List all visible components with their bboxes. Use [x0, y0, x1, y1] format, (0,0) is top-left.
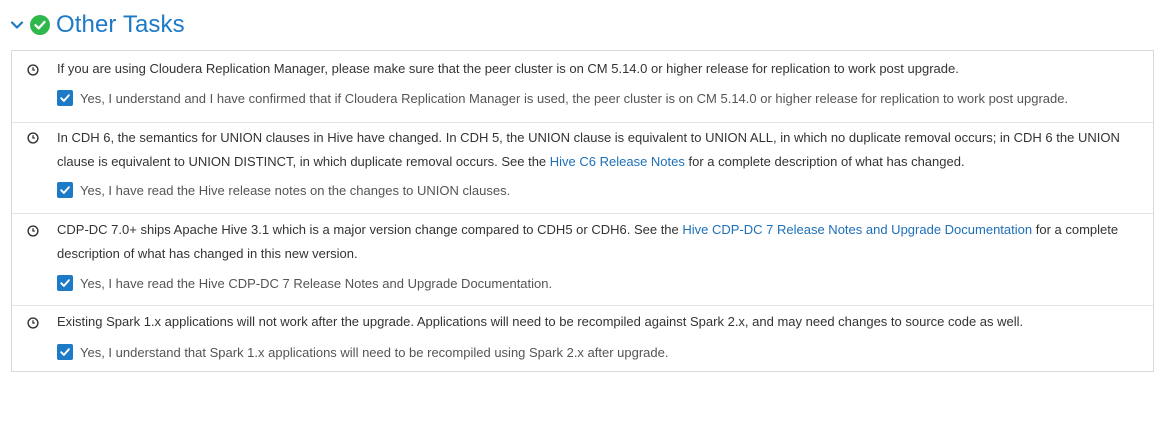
task-item: CDP-DC 7.0+ ships Apache Hive 3.1 which …: [12, 213, 1153, 305]
confirm-label: Yes, I have read the Hive release notes …: [80, 182, 511, 198]
clock-icon: [27, 316, 39, 329]
task-text: Existing Spark 1.x applications will not…: [57, 314, 1024, 329]
clock-icon: [27, 224, 39, 237]
checkbox-checked-icon[interactable]: [57, 90, 73, 106]
task-item: Existing Spark 1.x applications will not…: [12, 305, 1153, 371]
hive-cdp-dc7-release-notes-link[interactable]: Hive CDP-DC 7 Release Notes and Upgrade …: [682, 222, 1032, 237]
checkbox-checked-icon[interactable]: [57, 275, 73, 291]
task-item: In CDH 6, the semantics for UNION clause…: [12, 122, 1153, 213]
task-text: for a complete description of what has c…: [684, 153, 965, 169]
hive-c6-release-notes-link[interactable]: Hive C6 Release Notes: [550, 154, 685, 169]
confirm-label: Yes, I understand and I have confirmed t…: [80, 90, 1069, 106]
section-header-toggle[interactable]: Other Tasks: [10, 9, 185, 41]
confirm-label: Yes, I have read the Hive CDP-DC 7 Relea…: [80, 275, 553, 291]
task-list: If you are using Cloudera Replication Ma…: [11, 50, 1154, 372]
section-title: Other Tasks: [56, 11, 185, 38]
task-description: Existing Spark 1.x applications will not…: [57, 310, 1142, 334]
task-item: If you are using Cloudera Replication Ma…: [12, 51, 1153, 122]
chevron-down-icon[interactable]: [10, 18, 24, 32]
task-description: In CDH 6, the semantics for UNION clause…: [57, 126, 1142, 173]
task-text: If you are using Cloudera Replication Ma…: [57, 61, 959, 76]
checkbox-checked-icon[interactable]: [57, 182, 73, 198]
checkbox-checked-icon[interactable]: [57, 344, 73, 360]
task-text: CDP-DC 7.0+ ships Apache Hive 3.1 which …: [57, 222, 683, 237]
task-confirm-checkbox[interactable]: Yes, I understand that Spark 1.x applica…: [57, 344, 669, 360]
clock-icon: [27, 131, 39, 144]
task-confirm-checkbox[interactable]: Yes, I have read the Hive CDP-DC 7 Relea…: [57, 275, 552, 291]
task-confirm-checkbox[interactable]: Yes, I have read the Hive release notes …: [57, 182, 510, 198]
task-confirm-checkbox[interactable]: Yes, I understand and I have confirmed t…: [57, 90, 1068, 106]
check-circle-icon: [30, 15, 50, 35]
clock-icon: [27, 63, 39, 76]
task-description: If you are using Cloudera Replication Ma…: [57, 57, 1142, 81]
task-description: CDP-DC 7.0+ ships Apache Hive 3.1 which …: [57, 218, 1142, 265]
confirm-label: Yes, I understand that Spark 1.x applica…: [80, 344, 669, 360]
